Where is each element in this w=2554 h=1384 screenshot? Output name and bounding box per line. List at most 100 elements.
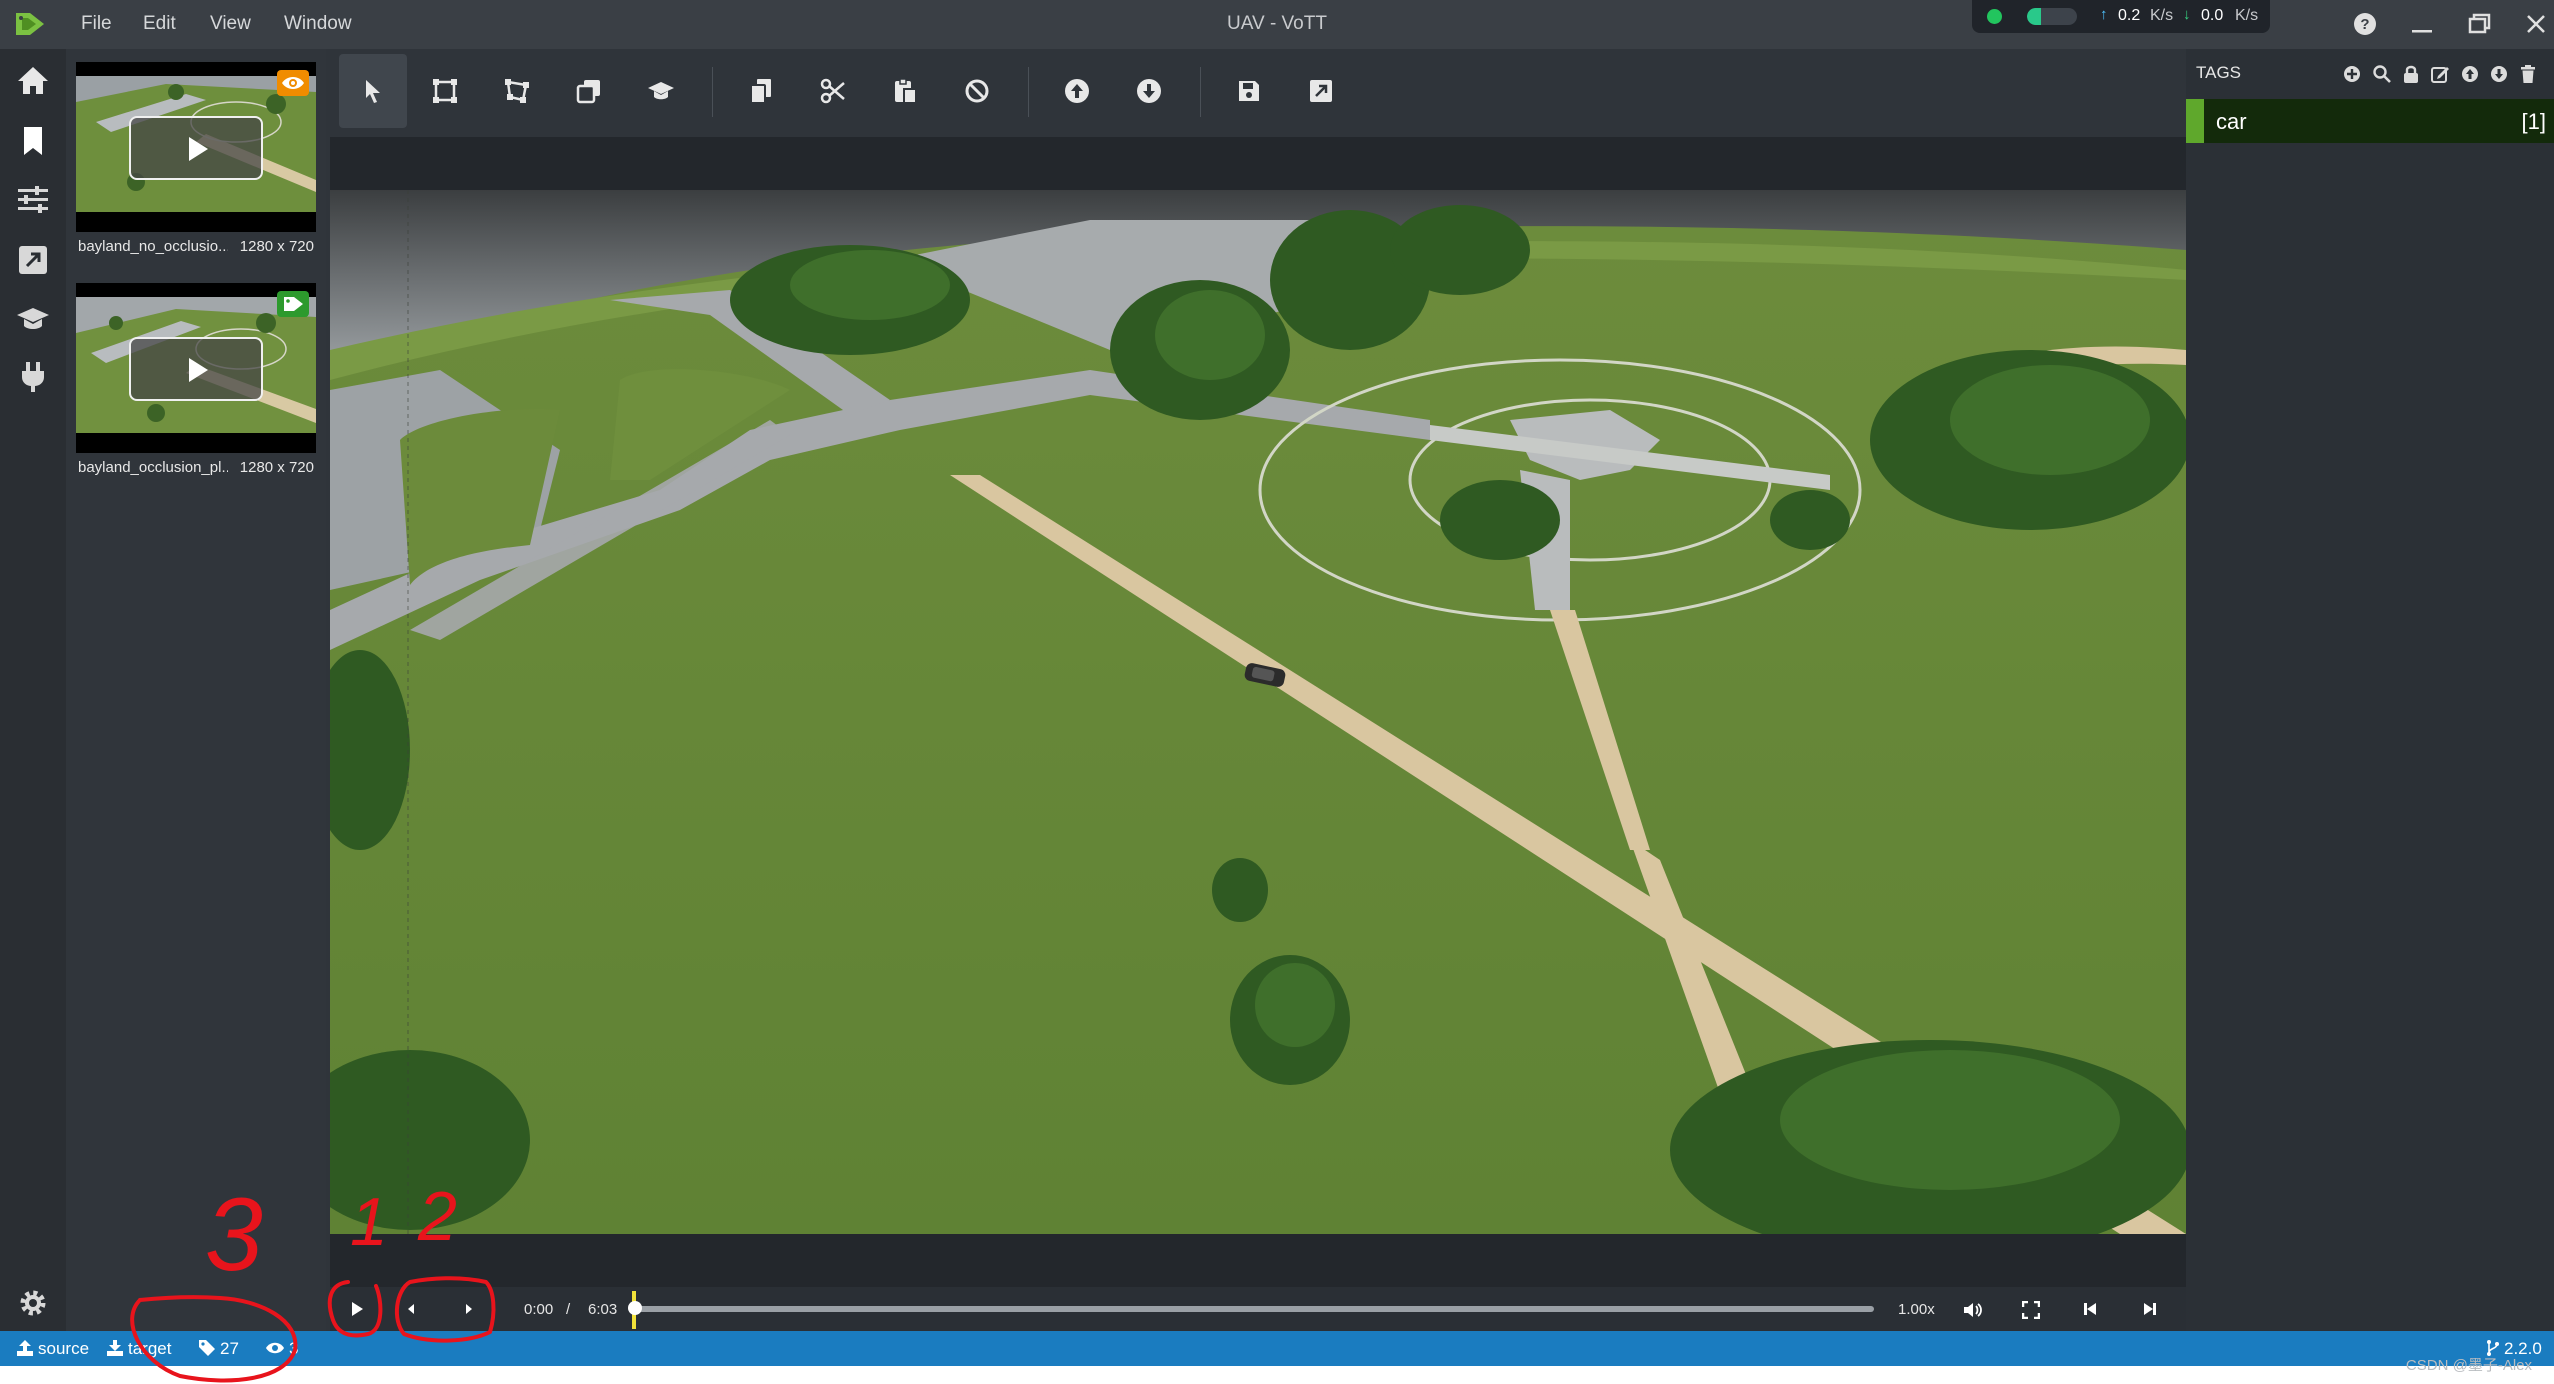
target-connection[interactable]: target: [106, 1339, 171, 1359]
ban-icon: [965, 79, 989, 103]
play-overlay[interactable]: [129, 337, 263, 401]
video-frame: [330, 190, 2186, 1234]
tag-name: car: [2216, 109, 2247, 134]
upload-icon: [17, 1340, 33, 1356]
play-icon: [352, 1302, 363, 1316]
draw-polygon-tool[interactable]: [483, 54, 551, 128]
progress-track[interactable]: [634, 1306, 1874, 1312]
active-learning-tool[interactable]: [627, 54, 695, 128]
toolbar-separator: [1200, 67, 1201, 117]
draw-rectangle-tool[interactable]: [411, 54, 479, 128]
next-tagged-frame-button[interactable]: [2133, 1293, 2167, 1325]
source-connection[interactable]: source: [16, 1339, 89, 1359]
asset-name: bayland_occlusion_pl...: [78, 459, 228, 476]
title-bar: File Edit View Window UAV - VoTT ↑ 0.2 K…: [0, 0, 2554, 49]
tag-count: [1]: [2521, 109, 2546, 134]
menu-file[interactable]: File: [81, 13, 112, 35]
asset-name: bayland_no_occlusio...: [78, 238, 228, 255]
playback-rate[interactable]: 1.00x: [1898, 1301, 1935, 1318]
copy-icon: [750, 79, 771, 104]
upload-arrow-icon: ↑: [2100, 6, 2108, 23]
asset-card[interactable]: bayland_occlusion_pl... 1280 x 720: [76, 283, 316, 493]
minimize-icon[interactable]: [2404, 8, 2440, 40]
tag-item[interactable]: car [1]: [2186, 99, 2554, 143]
video-player-bar: 0:00 / 6:03 1.00x: [330, 1287, 2186, 1331]
next-frame-button[interactable]: [452, 1293, 486, 1325]
canvas-top-margin: [330, 137, 2186, 190]
asset-size: 1280 x 720: [239, 459, 314, 476]
download-icon: [107, 1340, 123, 1356]
tags-panel: TAGS car [1]: [2186, 49, 2554, 1331]
gear-icon[interactable]: [15, 1285, 51, 1321]
edit-tag-icon[interactable]: [2430, 64, 2450, 84]
target-label: target: [128, 1339, 172, 1358]
total-duration: 6:03: [588, 1301, 618, 1318]
source-label: source: [38, 1339, 90, 1358]
restore-icon[interactable]: [2461, 8, 2497, 40]
clone-icon: [576, 80, 600, 104]
export-icon[interactable]: [15, 242, 51, 278]
export-project-tool[interactable]: [1287, 54, 1355, 128]
asset-thumbnail: [76, 283, 316, 453]
home-icon[interactable]: [15, 63, 51, 99]
previous-asset-tool[interactable]: [1043, 54, 1111, 128]
volume-button[interactable]: [1954, 1293, 1988, 1325]
previous-tagged-frame-button[interactable]: [2073, 1293, 2107, 1325]
select-tool[interactable]: [339, 54, 407, 128]
paste-icon: [895, 78, 917, 104]
save-icon: [1239, 81, 1259, 101]
menu-window[interactable]: Window: [284, 13, 352, 35]
close-icon[interactable]: [2518, 8, 2554, 40]
delete-tag-icon[interactable]: [2518, 64, 2538, 84]
move-tag-down-icon[interactable]: [2489, 64, 2509, 84]
help-icon[interactable]: ?: [2347, 8, 2383, 40]
export-icon: [1310, 80, 1332, 102]
play-button[interactable]: [340, 1293, 374, 1325]
lock-tags-icon[interactable]: [2401, 64, 2421, 84]
download-arrow-icon: ↓: [2183, 6, 2191, 23]
bookmark-icon[interactable]: [15, 123, 51, 159]
arrow-circle-down-icon: [1137, 79, 1161, 103]
graduation-cap-icon[interactable]: [15, 301, 51, 337]
caret-left-icon: [408, 1304, 414, 1314]
graduation-cap-icon: [648, 82, 674, 100]
editor-canvas[interactable]: [330, 190, 2186, 1234]
menu-view[interactable]: View: [210, 13, 251, 35]
caret-right-icon: [466, 1304, 472, 1314]
eye-icon: [266, 1342, 284, 1354]
asset-size: 1280 x 720: [239, 238, 314, 255]
copy-rectangle-tool[interactable]: [555, 54, 623, 128]
tag-color-swatch[interactable]: [2186, 99, 2204, 143]
search-tags-icon[interactable]: [2372, 64, 2392, 84]
cut-regions-tool[interactable]: [799, 54, 867, 128]
paste-regions-tool[interactable]: [871, 54, 939, 128]
network-speed-widget: ↑ 0.2 K/s ↓ 0.0 K/s: [1972, 0, 2270, 33]
plug-icon[interactable]: [15, 359, 51, 395]
save-project-tool[interactable]: [1215, 54, 1283, 128]
upload-speed: 0.2: [2118, 7, 2141, 24]
rectangle-icon: [433, 79, 457, 103]
canvas-bottom-margin: [330, 1234, 2186, 1287]
network-toggle[interactable]: [2027, 8, 2077, 25]
settings-sliders-icon[interactable]: [15, 181, 51, 217]
copy-regions-tool[interactable]: [727, 54, 795, 128]
menu-edit[interactable]: Edit: [143, 13, 176, 35]
toolbar-separator: [712, 67, 713, 117]
next-asset-tool[interactable]: [1115, 54, 1183, 128]
step-forward-icon: [2144, 1303, 2156, 1315]
play-overlay[interactable]: [129, 116, 263, 180]
visited-count-status: 3: [265, 1339, 298, 1359]
visited-count-value: 3: [289, 1339, 299, 1358]
status-bar: source target 27 3 2.2.0: [0, 1331, 2554, 1366]
progress-handle[interactable]: [628, 1301, 642, 1315]
move-tag-up-icon[interactable]: [2460, 64, 2480, 84]
clear-regions-tool[interactable]: [943, 54, 1011, 128]
download-speed: 0.0: [2201, 7, 2224, 24]
time-separator: /: [566, 1301, 571, 1318]
add-tag-icon[interactable]: [2342, 64, 2362, 84]
fullscreen-button[interactable]: [2013, 1293, 2047, 1325]
previous-frame-button[interactable]: [394, 1293, 428, 1325]
volume-icon: [1964, 1303, 1982, 1317]
tag-icon: [277, 291, 309, 317]
asset-card[interactable]: bayland_no_occlusio... 1280 x 720: [76, 62, 316, 272]
